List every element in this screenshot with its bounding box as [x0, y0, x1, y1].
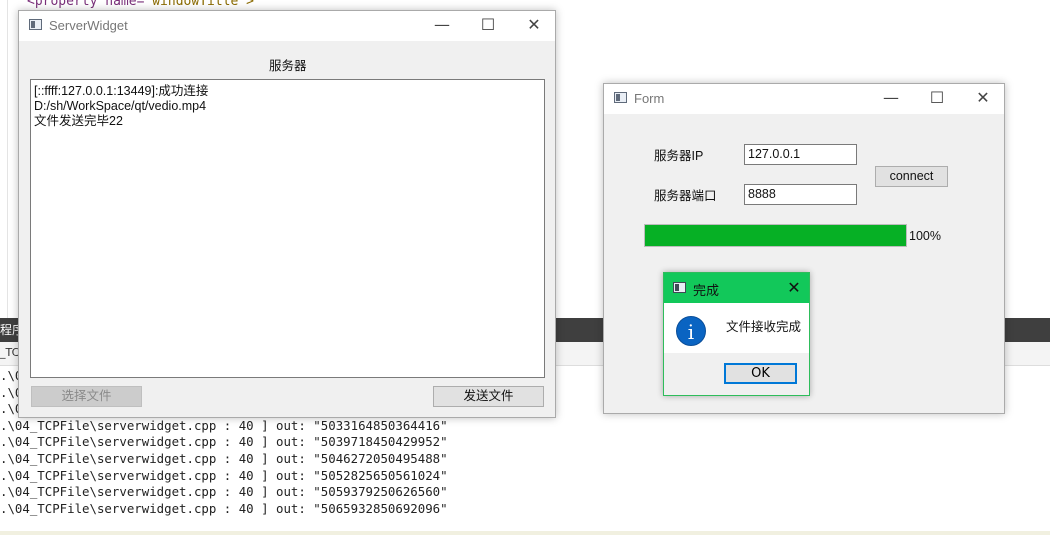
send-file-button[interactable]: 发送文件 [433, 386, 544, 407]
app-icon [614, 92, 627, 103]
status-strip [0, 531, 1050, 535]
output-line: .\04_TCPFile\serverwidget.cpp : 40 ] out… [0, 450, 448, 466]
select-file-button[interactable]: 选择文件 [31, 386, 142, 407]
output-line: .\04_TCPFile\serverwidget.cpp : 40 ] out… [0, 417, 448, 433]
close-button[interactable]: ✕ [511, 11, 557, 41]
close-button[interactable]: ✕ [960, 84, 1006, 114]
server-ip-input[interactable]: 127.0.0.1 [744, 144, 857, 165]
progress-percent: 100% [909, 229, 941, 243]
app-icon [673, 282, 686, 293]
server-port-label: 服务器端口 [654, 189, 717, 203]
server-window-titlebar[interactable]: ServerWidget — ☐ ✕ [19, 11, 555, 41]
completion-dialog: 完成 ✕ i 文件接收完成 OK [663, 272, 810, 396]
dialog-titlebar[interactable]: 完成 ✕ [664, 273, 809, 303]
server-widget-window: ServerWidget — ☐ ✕ 服务器 [::ffff:127.0.0.1… [18, 10, 556, 418]
ok-button[interactable]: OK [724, 363, 797, 384]
desktop: <property name="windowTitle"> 程序 _TC .\0… [0, 0, 1050, 535]
output-tab[interactable]: _TC [0, 346, 19, 359]
maximize-button[interactable]: ☐ [914, 84, 960, 114]
output-line: .\04_TCPFile\serverwidget.cpp : 40 ] out… [0, 500, 448, 516]
log-line: [::ffff:127.0.0.1:13449]:成功连接 [34, 84, 209, 98]
output-line: .\04_TCPFile\serverwidget.cpp : 40 ] out… [0, 484, 448, 500]
log-line: 文件发送完毕22 [34, 114, 123, 128]
minimize-button[interactable]: — [419, 11, 465, 41]
dialog-message: 文件接收完成 [726, 319, 802, 334]
server-port-input[interactable]: 8888 [744, 184, 857, 205]
output-line: .\04_TCPFile\serverwidget.cpp : 40 ] out… [0, 467, 448, 483]
form-window-titlebar[interactable]: Form — ☐ ✕ [604, 84, 1004, 114]
minimize-button[interactable]: — [868, 84, 914, 114]
app-icon [29, 19, 42, 30]
maximize-button[interactable]: ☐ [465, 11, 511, 41]
server-window-title: ServerWidget [49, 18, 128, 33]
server-ip-label: 服务器IP [654, 149, 704, 163]
close-button[interactable]: ✕ [779, 273, 809, 303]
editor-gutter [0, 0, 8, 318]
server-log-textarea[interactable]: [::ffff:127.0.0.1:13449]:成功连接 D:/sh/WorkS… [30, 79, 545, 378]
transfer-progress-bar [644, 224, 907, 247]
code-tag: <property name= [27, 0, 145, 9]
log-line: D:/sh/WorkSpace/qt/vedio.mp4 [34, 99, 207, 113]
connect-button[interactable]: connect [875, 166, 948, 187]
form-window-title: Form [634, 91, 665, 106]
code-line: <property name="windowTitle"> [27, 0, 254, 9]
server-heading: 服务器 [269, 59, 307, 73]
code-string: "windowTitle"> [144, 0, 254, 9]
dialog-body: i 文件接收完成 [664, 303, 809, 353]
info-icon: i [676, 316, 706, 346]
dialog-title: 完成 [693, 284, 720, 299]
output-line: .\04_TCPFile\serverwidget.cpp : 40 ] out… [0, 434, 448, 450]
progress-fill [645, 225, 906, 246]
